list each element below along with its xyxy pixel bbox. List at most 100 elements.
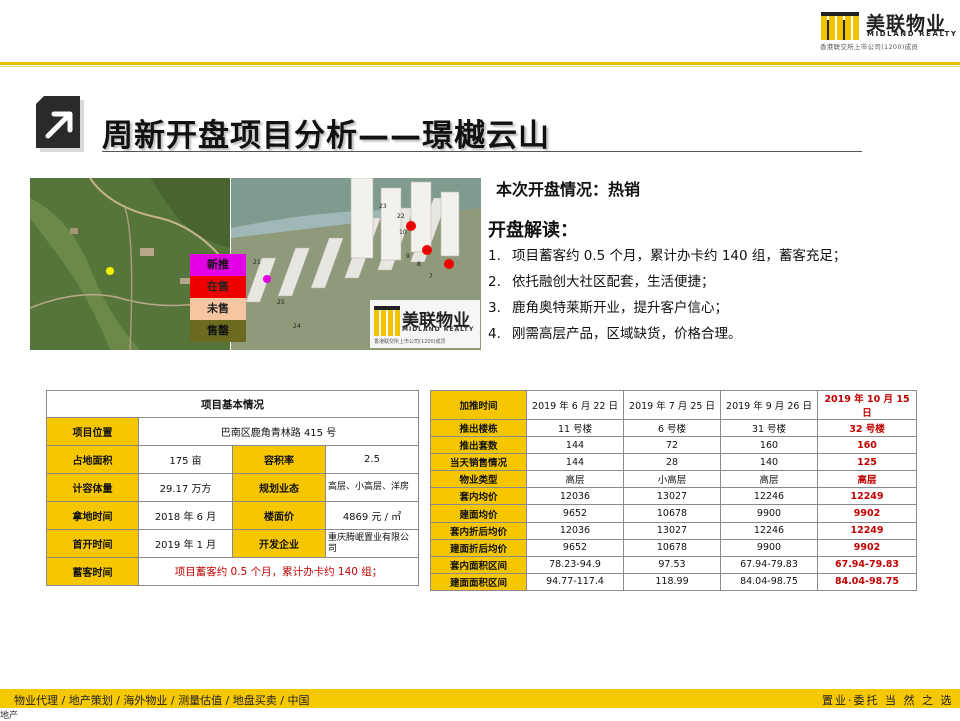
row-label: 推出楼栋 (430, 418, 527, 438)
open-time-value: 2019 年 1 月 (138, 529, 233, 558)
land-price-value: 4869 元 / ㎡ (325, 501, 419, 530)
table-cell: 118.99 (623, 572, 721, 591)
row-label: 建面折后均价 (430, 538, 527, 557)
land-price-label: 楼面价 (232, 501, 326, 530)
table-cell: 144 (526, 436, 624, 455)
table-cell: 97.53 (623, 555, 721, 574)
table-cell: 84.04-98.75 (720, 572, 818, 591)
table-cell: 10678 (623, 538, 721, 557)
table-row: 加推时间 2019 年 6 月 22 日 2019 年 7 月 25 日 201… (430, 390, 917, 420)
table-cell: 12036 (526, 521, 624, 540)
table-cell: 144 (526, 453, 624, 472)
far-value: 2.5 (325, 445, 419, 474)
legend-on-sale: 在售 (190, 276, 246, 298)
basic-info-header: 项目基本情况 (46, 390, 419, 418)
table-cell: 160 (817, 436, 917, 455)
reserve-label: 蓄客时间 (46, 557, 139, 586)
table-cell: 72 (623, 436, 721, 455)
table-row: 拿地时间 2018 年 6 月 楼面价 4869 元 / ㎡ (46, 501, 419, 530)
list-item: 4. 刚需高层产品，区域缺货，价格合理。 (488, 326, 742, 342)
location-value: 巴南区鹿角青林路 415 号 (138, 417, 419, 446)
building-label: 24 (293, 323, 301, 330)
row-label: 当天销售情况 (430, 453, 527, 472)
footer-nav: 物业代理 / 地产策划 / 海外物业 / 测量估值 / 地盘买卖 / 中国 (14, 694, 310, 707)
location-label: 项目位置 (46, 417, 139, 446)
row-label: 物业类型 (430, 470, 527, 489)
table-row: 推出楼栋 11 号楼 6 号楼 31 号楼 32 号楼 (430, 418, 917, 438)
table-row: 占地面积 175 亩 容积率 2.5 (46, 445, 419, 474)
developer-value: 重庆腾岷置业有限公司 (325, 529, 419, 558)
logo-tagline: 香港联交所上市公司(1200)成员 (820, 43, 919, 51)
table-cell: 6 号楼 (623, 418, 721, 438)
building-label: 10 (399, 229, 407, 236)
table-cell: 9900 (720, 538, 818, 557)
format-value: 高层、小高层、洋房 (325, 473, 419, 502)
corner-tag: 地产 (0, 711, 19, 721)
table-cell: 12246 (720, 487, 818, 506)
gfa-label: 计容体量 (46, 473, 139, 502)
column-header: 2019 年 7 月 25 日 (623, 390, 721, 420)
building-label: 21 (253, 259, 261, 266)
page-title: 周新开盘项目分析——璟樾云山 (102, 118, 550, 154)
table-row: 建面折后均价 9652 10678 9900 9902 (430, 538, 917, 557)
row-label: 建面均价 (430, 504, 527, 523)
table-row: 建面均价 9652 10678 9900 9902 (430, 504, 917, 523)
building-label: 23 (379, 203, 387, 210)
arrow-up-right-icon (36, 96, 84, 152)
building-label: 9 (406, 253, 410, 260)
table-row: 计容体量 29.17 万方 规划业态 高层、小高层、洋房 (46, 473, 419, 502)
launch-history-body: 推出楼栋 11 号楼 6 号楼 31 号楼 32 号楼 推出套数 144 72 160 160 当天… (430, 418, 917, 591)
status-legend: 新推 在售 未售 售罄 (190, 254, 246, 342)
stamp-subtitle: MIDLAND REALTY (402, 326, 475, 333)
land-time-label: 拿地时间 (46, 501, 139, 530)
table-cell: 高层 (720, 470, 818, 489)
column-header: 2019 年 6 月 22 日 (526, 390, 624, 420)
table-cell: 12249 (817, 521, 917, 540)
table-cell: 31 号楼 (720, 418, 818, 438)
table-cell: 12249 (817, 487, 917, 506)
table-cell: 13027 (623, 487, 721, 506)
list-item: 1. 项目蓄客约 0.5 个月，累计办卡约 140 组，蓄客充足； (488, 248, 847, 264)
table-cell: 高层 (817, 470, 917, 489)
area-label: 占地面积 (46, 445, 139, 474)
row-label: 建面面积区间 (430, 572, 527, 591)
interpretation-list: 1. 项目蓄客约 0.5 个月，累计办卡约 140 组，蓄客充足； 2. 依托融创大… (488, 244, 846, 348)
table-cell: 小高层 (623, 470, 721, 489)
table-cell: 78.23-94.9 (526, 555, 624, 574)
legend-sold-out: 售罄 (190, 320, 246, 342)
table-cell: 9902 (817, 538, 917, 557)
launch-time-label: 加推时间 (430, 390, 527, 420)
table-row: 建面面积区间 94.77-117.4 118.99 84.04-98.75 84.04-… (430, 572, 917, 591)
row-label: 推出套数 (430, 436, 527, 455)
table-cell: 10678 (623, 504, 721, 523)
header-rule (0, 62, 960, 65)
table-cell: 28 (623, 453, 721, 472)
interpretation-heading: 开盘解读： (488, 220, 578, 241)
column-header: 2019 年 10 月 15 日 (817, 390, 917, 420)
table-cell: 9902 (817, 504, 917, 523)
header-rule-thin (0, 66, 960, 67)
table-cell: 84.04-98.75 (817, 572, 917, 591)
table-row: 首开时间 2019 年 1 月 开发企业 重庆腾岷置业有限公司 (46, 529, 419, 558)
table-cell: 140 (720, 453, 818, 472)
basic-info-table: 项目基本情况 项目位置 巴南区鹿角青林路 415 号 占地面积 175 亩 容积… (46, 390, 419, 586)
format-label: 规划业态 (232, 473, 326, 502)
row-label: 套内均价 (430, 487, 527, 506)
table-cell: 12246 (720, 521, 818, 540)
table-row: 项目基本情况 (46, 390, 419, 418)
stamp-tagline: 香港联交所上市公司(1200)成员 (374, 339, 446, 345)
row-label: 套内面积区间 (430, 555, 527, 574)
table-row: 套内面积区间 78.23-94.9 97.53 67.94-79.83 67.94-79… (430, 555, 917, 574)
developer-label: 开发企业 (232, 529, 326, 558)
table-cell: 高层 (526, 470, 624, 489)
table-row: 蓄客时间 项目蓄客约 0.5 个月，累计办卡约 140 组； (46, 557, 419, 586)
list-item: 2. 依托融创大社区配套，生活便捷； (488, 274, 715, 290)
table-row: 物业类型 高层 小高层 高层 高层 (430, 470, 917, 489)
table-cell: 12036 (526, 487, 624, 506)
building-label: 25 (277, 299, 285, 306)
table-row: 当天销售情况 144 28 140 125 (430, 453, 917, 472)
table-row: 推出套数 144 72 160 160 (430, 436, 917, 455)
row-label: 套内折后均价 (430, 521, 527, 540)
table-cell: 9900 (720, 504, 818, 523)
launch-history-table: 加推时间 2019 年 6 月 22 日 2019 年 7 月 25 日 201… (430, 390, 917, 591)
